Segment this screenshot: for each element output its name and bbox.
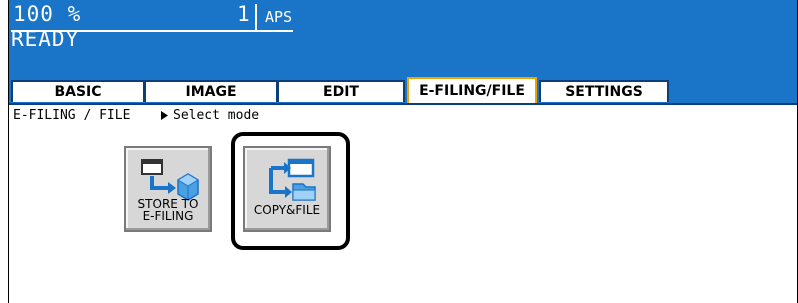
store-button-label: STORE TO E-FILING xyxy=(126,198,210,222)
paper-mode: APS xyxy=(265,8,293,26)
copy-and-file-icon xyxy=(269,158,316,201)
copies-separator xyxy=(255,4,257,30)
store-label-line2: E-FILING xyxy=(142,209,194,223)
copier-screen: 100 % 1 APS READY BASIC IMAGE EDIT E-FIL… xyxy=(8,0,798,303)
store-to-efiling-icon xyxy=(141,159,199,201)
tab-basic[interactable]: BASIC xyxy=(11,80,145,102)
tab-settings[interactable]: SETTINGS xyxy=(539,80,669,102)
zoom-readout: 100 % xyxy=(13,2,82,26)
tab-e-filing-file[interactable]: E-FILING/FILE xyxy=(407,77,537,104)
machine-status: READY xyxy=(11,27,80,51)
tab-image[interactable]: IMAGE xyxy=(144,80,278,102)
tab-edit[interactable]: EDIT xyxy=(277,80,405,102)
copy-count: 1 xyxy=(237,2,250,26)
store-to-efiling-button[interactable]: STORE TO E-FILING xyxy=(124,146,212,232)
copy-and-file-button[interactable]: COPY&FILE xyxy=(243,146,331,232)
instruction-text: Select mode xyxy=(173,108,260,123)
tab-divider xyxy=(9,103,797,105)
copy-and-file-label: COPY&FILE xyxy=(253,203,321,217)
play-arrow-icon xyxy=(161,111,168,120)
breadcrumb: E-FILING / FILE Select mode xyxy=(13,108,259,123)
status-header: 100 % 1 APS READY BASIC IMAGE EDIT E-FIL… xyxy=(9,0,797,104)
breadcrumb-section: E-FILING / FILE xyxy=(13,108,131,123)
